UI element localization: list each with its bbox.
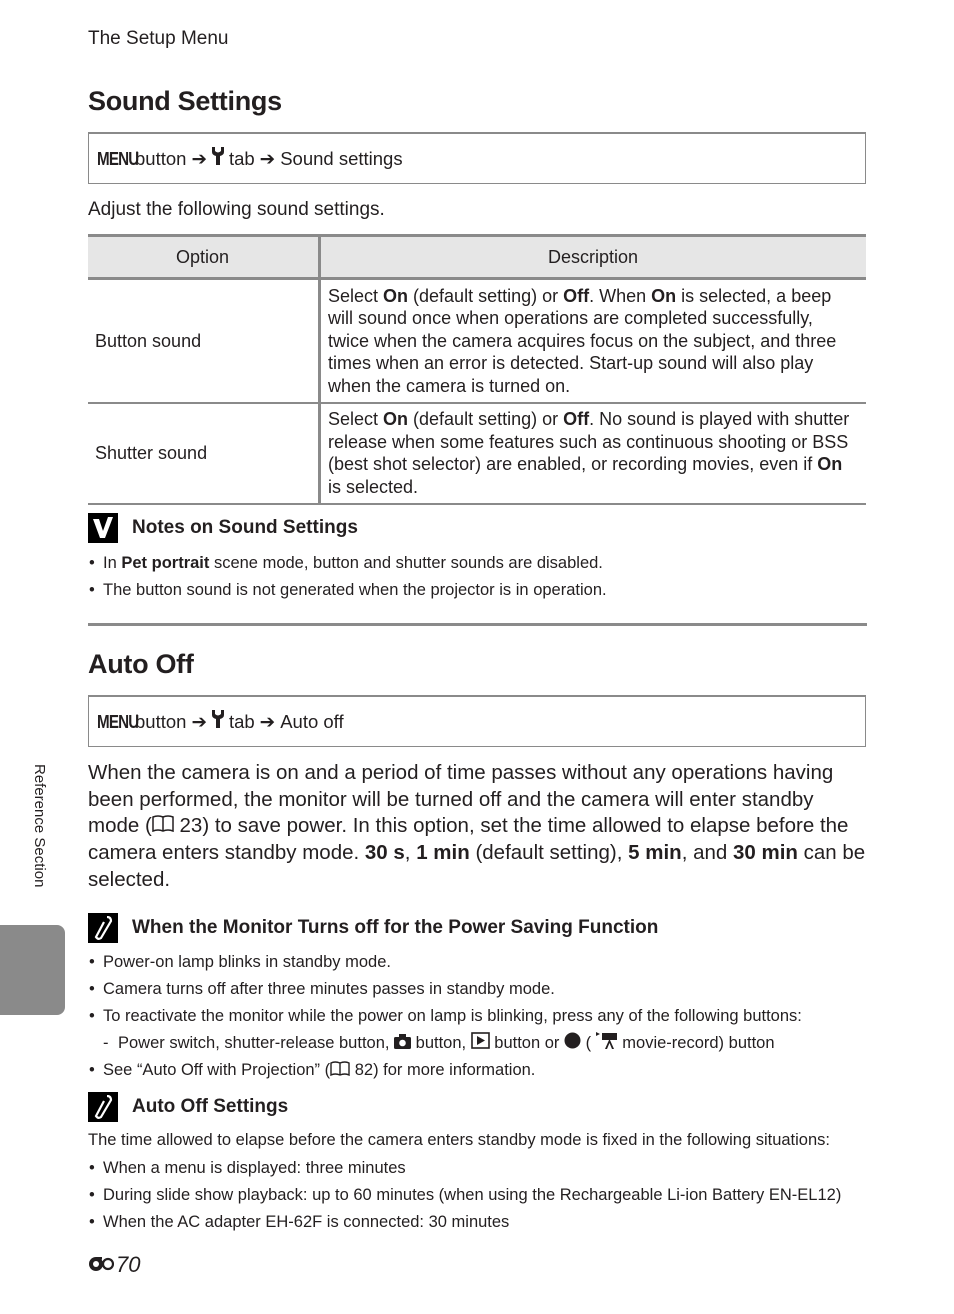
sub-item-text: button, bbox=[415, 1034, 471, 1052]
emphasis: On bbox=[651, 285, 677, 306]
column-header-description: Description bbox=[319, 234, 866, 280]
playback-icon bbox=[470, 1032, 490, 1055]
pencil-icon bbox=[88, 913, 118, 943]
sub-item-text: button or bbox=[494, 1034, 564, 1052]
list-sub-item: Power switch, shutter-release button, bu… bbox=[88, 1032, 802, 1059]
list-item: When the AC adapter EH-62F is connected:… bbox=[88, 1211, 841, 1238]
menu-button-glyph: MENU bbox=[97, 710, 139, 732]
option-description: Select On (default setting) or Off. No s… bbox=[319, 402, 866, 505]
section-thumb-tab[interactable] bbox=[0, 925, 65, 1015]
sound-notes-list: In Pet portrait scene mode, button and s… bbox=[88, 552, 607, 606]
arrow-right-icon: ➔ bbox=[191, 710, 207, 732]
record-dot-icon bbox=[564, 1032, 581, 1055]
option-name: Button sound bbox=[88, 278, 321, 404]
emphasis: On bbox=[817, 454, 843, 474]
menu-path-target: Sound settings bbox=[280, 147, 403, 169]
menu-path-button-label: button bbox=[135, 710, 187, 732]
emphasis: On bbox=[383, 409, 409, 429]
running-head: The Setup Menu bbox=[88, 28, 229, 49]
emphasis: Off bbox=[563, 409, 590, 429]
list-item: Camera turns off after three minutes pas… bbox=[88, 978, 802, 1005]
note-text: See “Auto Off with Projection” ( bbox=[103, 1061, 331, 1079]
note-text: In bbox=[103, 554, 122, 572]
sub-item-text: ( bbox=[585, 1034, 592, 1052]
auto-off-description: When the camera is on and a period of ti… bbox=[88, 761, 866, 891]
emphasis: 30 s bbox=[364, 841, 405, 865]
book-reference-icon bbox=[152, 813, 174, 840]
page-reference[interactable]: 82 bbox=[355, 1061, 373, 1079]
power-saving-list: Power-on lamp blinks in standby mode. Ca… bbox=[88, 951, 802, 1086]
emphasis: Off bbox=[563, 285, 590, 306]
sub-item-text: movie-record) button bbox=[622, 1034, 775, 1052]
menu-path-target: Auto off bbox=[280, 710, 344, 732]
check-icon bbox=[88, 513, 118, 543]
sound-intro: Adjust the following sound settings. bbox=[88, 199, 385, 220]
book-reference-icon bbox=[330, 1060, 350, 1082]
movie-camera-icon bbox=[595, 1032, 618, 1055]
arrow-right-icon: ➔ bbox=[191, 147, 207, 169]
notes-heading: Notes on Sound Settings bbox=[88, 513, 358, 543]
emphasis: 30 min bbox=[732, 841, 798, 865]
section-title-sound-settings: Sound Settings bbox=[88, 86, 282, 116]
column-header-option: Option bbox=[88, 234, 321, 280]
menu-path-auto-off: MENU button ➔ tab ➔ Auto off bbox=[88, 695, 866, 747]
wrench-icon bbox=[211, 147, 224, 170]
page-number-value: 70 bbox=[116, 1252, 141, 1277]
auto-off-settings-list: When a menu is displayed: three minutes … bbox=[88, 1157, 841, 1238]
table-row: Shutter sound Select On (default setting… bbox=[88, 402, 866, 505]
emphasis: 5 min bbox=[628, 841, 682, 865]
wrench-icon bbox=[211, 710, 224, 733]
menu-path-sound: MENU button ➔ tab ➔ Sound settings bbox=[88, 132, 866, 184]
option-description: Select On (default setting) or Off. When… bbox=[319, 278, 866, 404]
power-saving-title: When the Monitor Turns off for the Power… bbox=[132, 917, 659, 938]
menu-path-tab-label: tab bbox=[228, 147, 255, 169]
note-text: ) for more information. bbox=[373, 1061, 536, 1079]
list-item: The button sound is not generated when t… bbox=[88, 579, 607, 606]
menu-path-tab-label: tab bbox=[228, 710, 255, 732]
list-item: To reactivate the monitor while the powe… bbox=[88, 1005, 802, 1032]
page-reference[interactable]: 23 bbox=[174, 814, 203, 837]
list-item: See “Auto Off with Projection” ( 82) for… bbox=[88, 1059, 802, 1086]
note-emphasis: Pet portrait bbox=[121, 554, 210, 572]
note-text: scene mode, button and shutter sounds ar… bbox=[209, 554, 603, 572]
section-title-auto-off: Auto Off bbox=[88, 649, 194, 679]
list-item: When a menu is displayed: three minutes bbox=[88, 1157, 841, 1184]
emphasis: On bbox=[383, 285, 409, 306]
list-item: During slide show playback: up to 60 min… bbox=[88, 1184, 841, 1211]
table-header-row: Option Description bbox=[88, 234, 866, 280]
pencil-icon bbox=[88, 1092, 118, 1122]
note-text: The button sound is not generated when t… bbox=[103, 581, 607, 599]
power-saving-heading: When the Monitor Turns off for the Power… bbox=[88, 913, 658, 943]
side-section-label: Reference Section bbox=[31, 764, 48, 888]
arrow-right-icon: ➔ bbox=[259, 710, 276, 732]
camera-icon bbox=[394, 1033, 412, 1055]
reference-section-icon bbox=[88, 1252, 115, 1278]
option-name: Shutter sound bbox=[88, 402, 321, 505]
list-item: In Pet portrait scene mode, button and s… bbox=[88, 552, 607, 579]
arrow-right-icon: ➔ bbox=[259, 147, 276, 169]
page-number: 70 bbox=[88, 1252, 140, 1278]
menu-path-button-label: button bbox=[135, 147, 187, 169]
notes-title: Notes on Sound Settings bbox=[132, 517, 358, 538]
emphasis: 1 min bbox=[416, 841, 470, 865]
sub-item-text: Power switch, shutter-release button, bbox=[118, 1034, 395, 1052]
list-item: Power-on lamp blinks in standby mode. bbox=[88, 951, 802, 978]
auto-off-settings-title: Auto Off Settings bbox=[132, 1096, 289, 1117]
auto-off-settings-heading: Auto Off Settings bbox=[88, 1092, 288, 1122]
auto-off-settings-intro: The time allowed to elapse before the ca… bbox=[88, 1131, 830, 1149]
sound-options-table: Option Description Button sound Select O… bbox=[88, 234, 866, 505]
menu-button-glyph: MENU bbox=[97, 147, 139, 169]
section-divider bbox=[88, 623, 867, 626]
table-row: Button sound Select On (default setting)… bbox=[88, 278, 866, 404]
